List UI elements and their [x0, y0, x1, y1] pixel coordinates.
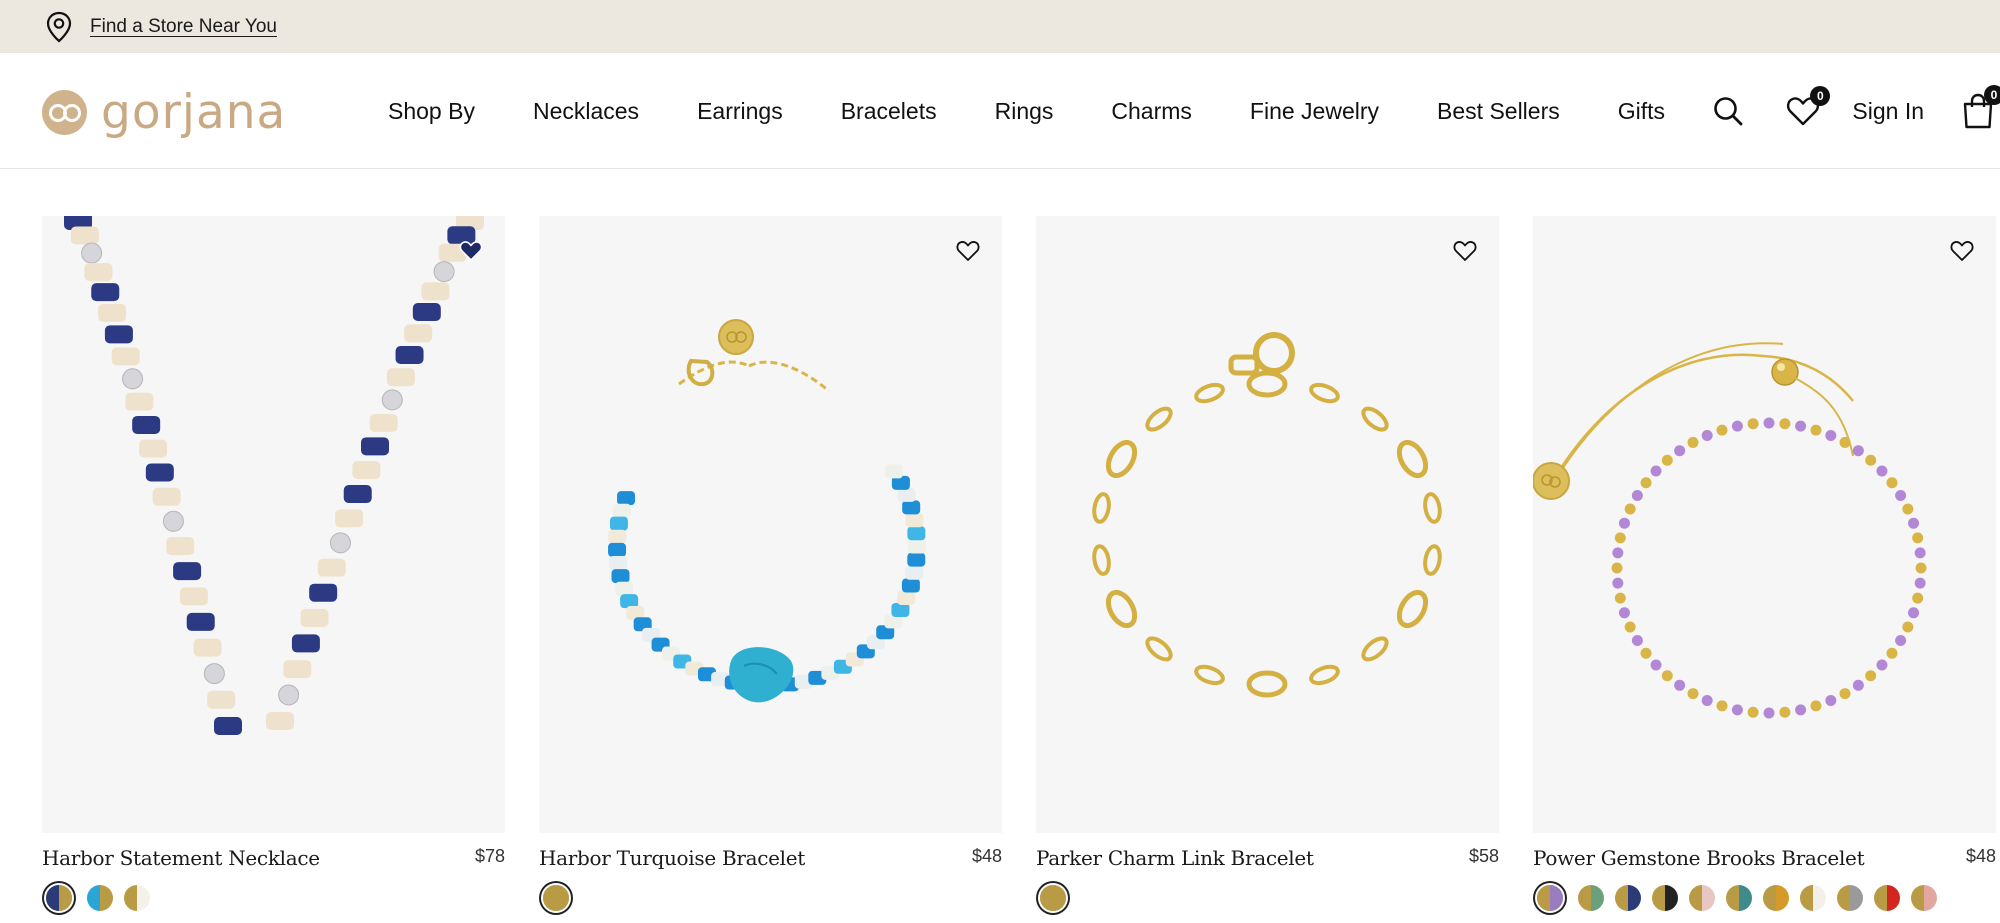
product-price: $48	[1965, 846, 1996, 866]
color-swatch[interactable]	[1763, 885, 1789, 911]
color-swatch[interactable]	[1911, 885, 1937, 911]
color-swatches	[1533, 885, 1996, 911]
nav-best-sellers[interactable]: Best Sellers	[1437, 98, 1560, 125]
color-swatch[interactable]	[1689, 885, 1715, 911]
beaded-necklace-image	[64, 216, 484, 735]
logo-mark-icon	[42, 90, 87, 135]
color-swatch[interactable]	[1800, 885, 1826, 911]
main-nav: Shop By Necklaces Earrings Bracelets Rin…	[388, 53, 1723, 169]
logo-wordmark: gorjana	[101, 85, 287, 140]
brand-logo[interactable]: gorjana	[42, 85, 286, 140]
product-card: Parker Charm Link Bracelet $58	[1036, 216, 1499, 911]
color-swatch[interactable]	[1837, 885, 1863, 911]
site-header: gorjana Shop By Necklaces Earrings Brace…	[0, 53, 2000, 169]
nav-shop-by[interactable]: Shop By	[388, 98, 475, 125]
product-price: $48	[971, 846, 1002, 866]
color-swatches	[539, 885, 1002, 911]
color-swatch[interactable]	[543, 885, 569, 911]
nav-rings[interactable]: Rings	[995, 98, 1054, 125]
color-swatch[interactable]	[1726, 885, 1752, 911]
utility-bar: Find a Store Near You	[0, 0, 2000, 53]
nav-fine-jewelry[interactable]: Fine Jewelry	[1250, 98, 1379, 125]
product-image[interactable]	[42, 216, 505, 833]
wishlist-count-badge: 0	[1810, 86, 1831, 106]
color-swatch[interactable]	[87, 885, 113, 911]
search-icon[interactable]	[1710, 93, 1746, 129]
add-to-wishlist-heart-icon[interactable]	[1451, 238, 1479, 264]
find-store-link[interactable]: Find a Store Near You	[90, 16, 277, 38]
product-image[interactable]	[1036, 216, 1499, 833]
color-swatch[interactable]	[1874, 885, 1900, 911]
nav-gifts[interactable]: Gifts	[1618, 98, 1665, 125]
color-swatch[interactable]	[1040, 885, 1066, 911]
color-swatch[interactable]	[124, 885, 150, 911]
add-to-wishlist-heart-icon[interactable]	[1948, 238, 1976, 264]
product-name[interactable]: Power Gemstone Brooks Bracelet	[1533, 846, 1865, 870]
nav-necklaces[interactable]: Necklaces	[533, 98, 639, 125]
color-swatch[interactable]	[1578, 885, 1604, 911]
product-price: $78	[474, 846, 505, 866]
product-image[interactable]	[1533, 216, 1996, 833]
add-to-wishlist-heart-icon[interactable]	[457, 238, 485, 264]
header-actions: 0 Sign In 0	[1710, 53, 2000, 169]
product-card: Harbor Turquoise Bracelet $48	[539, 216, 1002, 911]
add-to-wishlist-heart-icon[interactable]	[954, 238, 982, 264]
product-card: Power Gemstone Brooks Bracelet $48	[1533, 216, 1996, 911]
color-swatch[interactable]	[1615, 885, 1641, 911]
turquoise-bracelet-image	[608, 319, 926, 703]
nav-bracelets[interactable]: Bracelets	[841, 98, 937, 125]
color-swatch[interactable]	[46, 885, 72, 911]
product-price: $58	[1468, 846, 1499, 866]
bag-count-badge: 0	[1984, 85, 2000, 105]
product-image[interactable]	[539, 216, 1002, 833]
product-name[interactable]: Harbor Statement Necklace	[42, 846, 320, 870]
nav-earrings[interactable]: Earrings	[697, 98, 783, 125]
color-swatch[interactable]	[1537, 885, 1563, 911]
nav-charms[interactable]: Charms	[1111, 98, 1192, 125]
sign-in-link[interactable]: Sign In	[1852, 98, 1924, 125]
product-name[interactable]: Harbor Turquoise Bracelet	[539, 846, 805, 870]
gemstone-bracelet-image	[1533, 342, 1927, 719]
shopping-bag-icon[interactable]: 0	[1960, 85, 2000, 130]
product-card: Harbor Statement Necklace $78	[42, 216, 505, 911]
color-swatches	[42, 885, 505, 911]
location-pin-icon[interactable]	[44, 10, 74, 44]
color-swatches	[1036, 885, 1499, 911]
color-swatch[interactable]	[1652, 885, 1678, 911]
chain-link-bracelet-image	[1092, 332, 1442, 698]
wishlist-heart-icon[interactable]: 0	[1784, 86, 1831, 129]
product-name[interactable]: Parker Charm Link Bracelet	[1036, 846, 1314, 870]
